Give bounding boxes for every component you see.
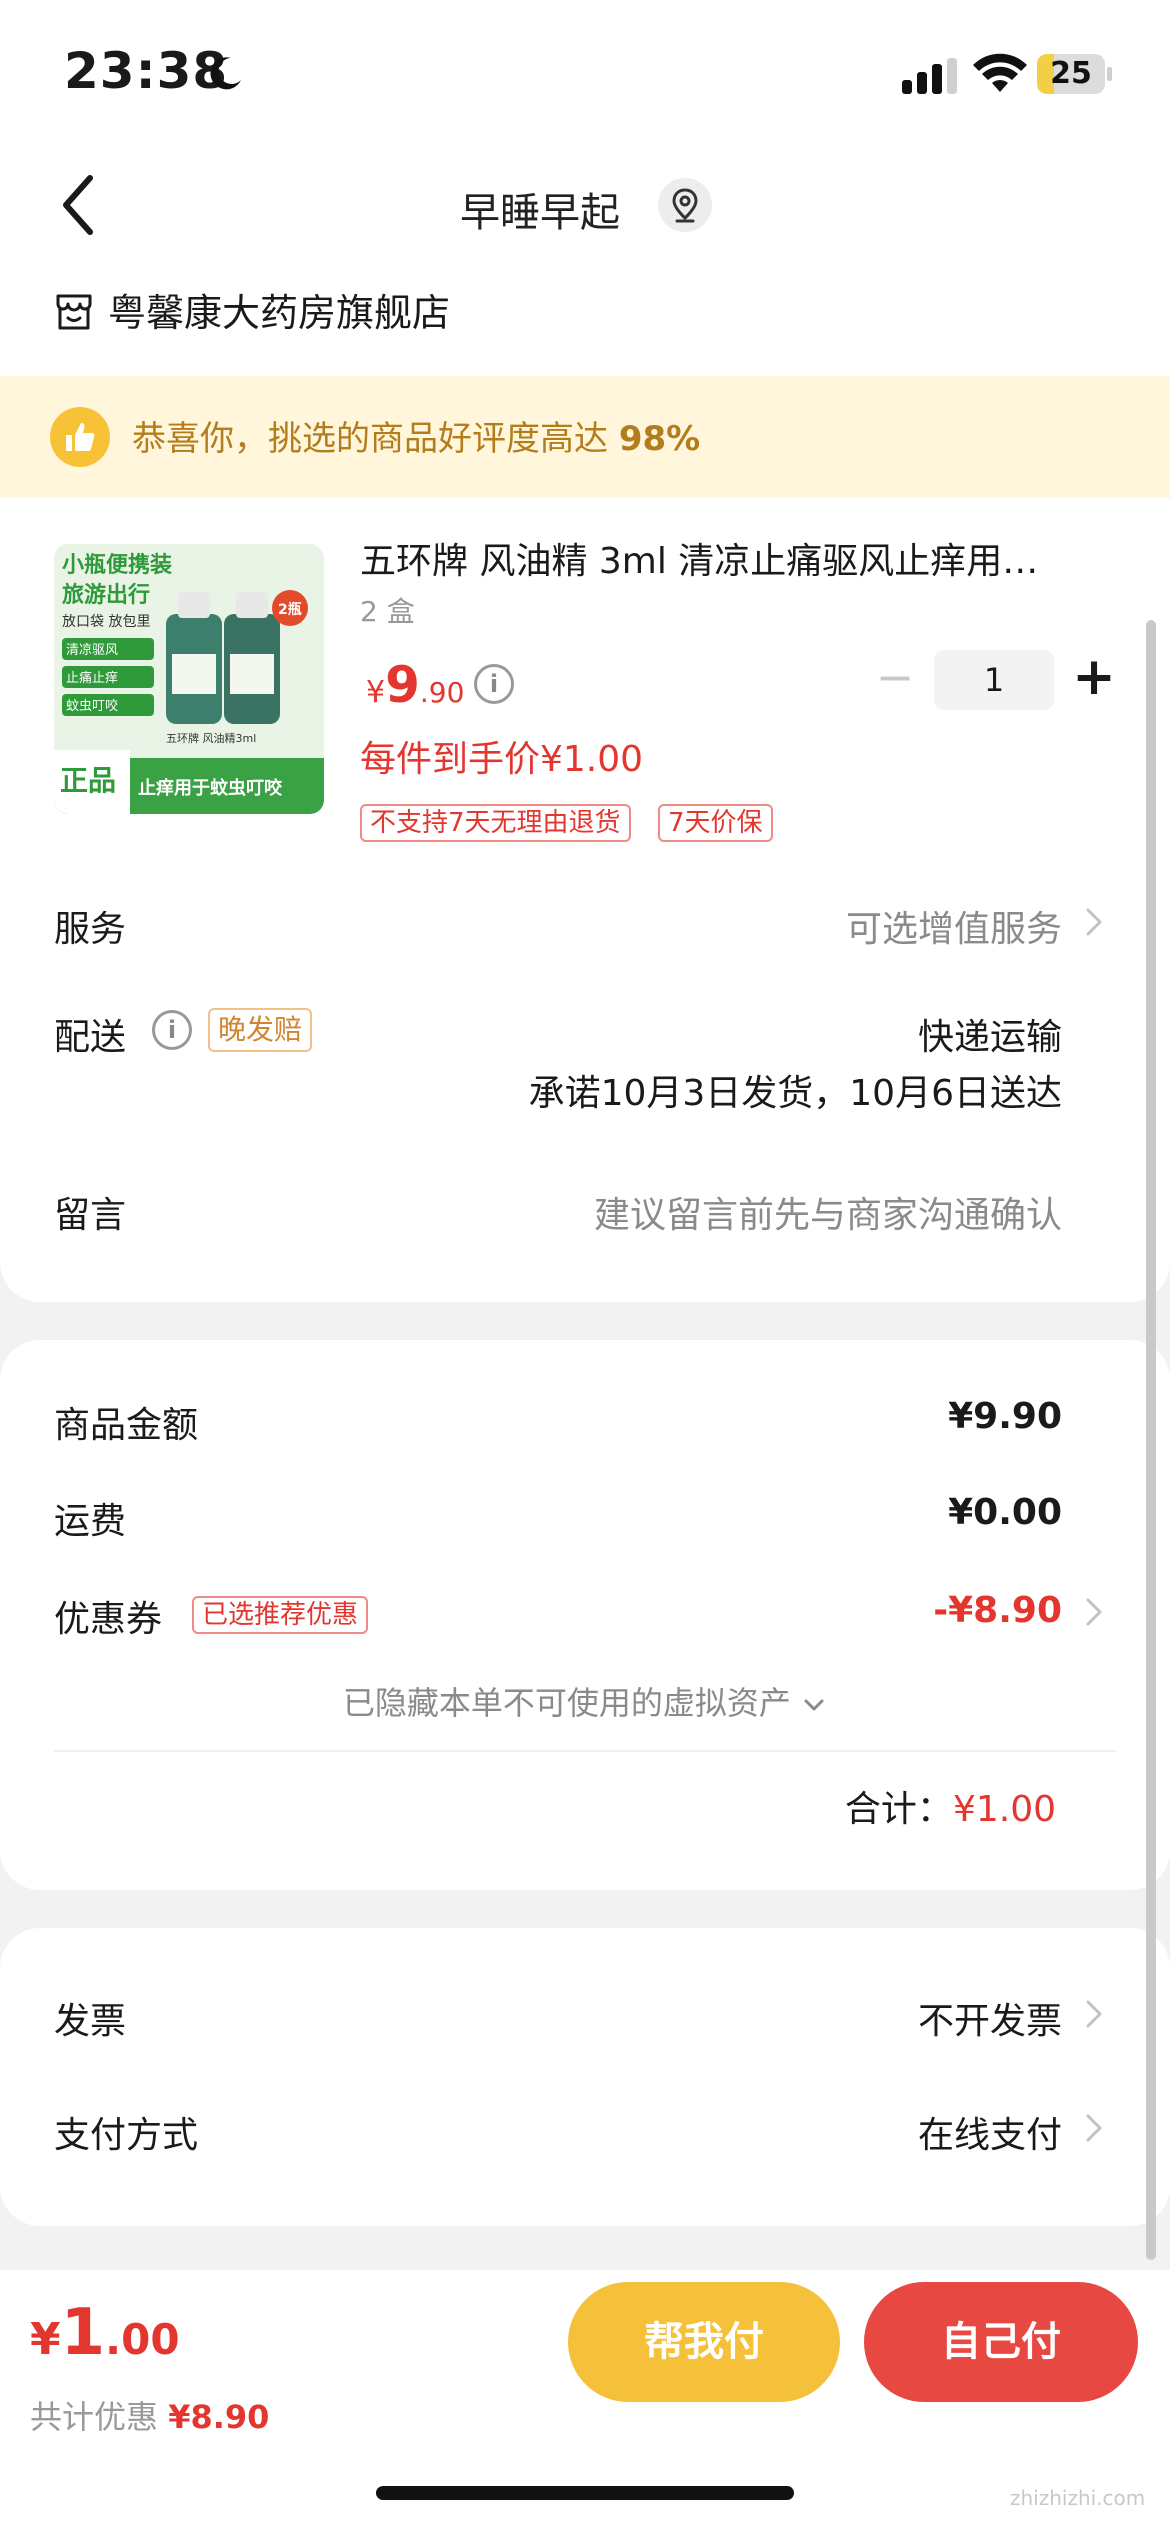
shipping-value: ¥0.00 <box>948 1492 1062 1533</box>
moon-icon <box>210 57 241 90</box>
delivery-date: 承诺10月3日发货，10月6日送达 <box>528 1073 1062 1114</box>
chevron-right-icon[interactable] <box>1082 902 1106 942</box>
product-image-caption-5: 止痒用于蚊虫叮咬 <box>138 777 283 799</box>
quantity-decrease-button[interactable]: − <box>870 654 920 704</box>
shipping-label: 运费 <box>54 1501 127 1542</box>
location-pin-icon <box>672 188 698 223</box>
product-image-feature-2: 止痛止痒 <box>66 670 118 686</box>
chevron-right-icon[interactable] <box>1082 1994 1106 2034</box>
price-integer: 9 <box>385 656 420 714</box>
payment-method-value[interactable]: 在线支付 <box>918 2106 1062 2158</box>
chevron-right-icon[interactable] <box>1082 1592 1106 1632</box>
hidden-assets-toggle[interactable]: 已隐藏本单不可使用的虚拟资产 <box>0 1678 1170 1724</box>
product-image-caption-4: 五环牌 风油精3ml <box>166 731 256 745</box>
price-decimal: .90 <box>419 676 465 709</box>
goods-amount-value: ¥9.90 <box>948 1396 1062 1437</box>
coupon-value[interactable]: -¥8.90 <box>933 1590 1062 1631</box>
price-breakdown-card: 商品金额 ¥9.90 运费 ¥0.00 优惠券 已选推荐优惠 -¥8.90 已隐… <box>0 1340 1170 1890</box>
wifi-icon <box>973 53 1027 92</box>
rating-banner: 恭喜你，挑选的商品好评度高达 98% <box>0 376 1170 498</box>
payable-currency: ¥ <box>30 2314 61 2365</box>
total-discount-label: 共计优惠 <box>30 2398 159 2436</box>
battery-tip <box>1107 67 1112 81</box>
battery-percentage: 25 <box>1050 56 1092 91</box>
status-bar: 23:38 25 <box>0 0 1170 140</box>
status-time: 23:38 <box>64 42 229 100</box>
product-image-feature-1: 清凉驱风 <box>66 643 118 658</box>
divider <box>54 1750 1116 1752</box>
battery-indicator: 25 <box>1037 54 1112 94</box>
product-image-genuine: 正品 <box>60 764 116 797</box>
payable-decimal: .00 <box>105 2315 180 2364</box>
payable-amount: ¥1.00 <box>30 2296 180 2370</box>
total-discount: 共计优惠 ¥8.90 <box>30 2392 269 2438</box>
payment-method-label: 支付方式 <box>54 2115 199 2156</box>
chevron-down-icon <box>804 1699 824 1711</box>
order-total: 合计：¥1.00 <box>845 1780 1056 1832</box>
cellular-signal-icon <box>902 58 957 94</box>
product-spec: 2 盒 <box>360 595 415 628</box>
invoice-label: 发票 <box>54 2001 127 2042</box>
product-image-feature-3: 蚊虫叮咬 <box>66 698 118 714</box>
hidden-assets-text: 已隐藏本单不可使用的虚拟资产 <box>342 1684 791 1722</box>
quantity-input[interactable]: 1 <box>934 650 1054 710</box>
product-image-caption-2: 旅游出行 <box>62 582 150 608</box>
rating-banner-text: 恭喜你，挑选的商品好评度高达 98% <box>132 411 700 460</box>
product-title[interactable]: 五环牌 风油精 3ml 清凉止痛驱风止痒用… <box>360 532 1100 584</box>
home-indicator[interactable] <box>376 2486 794 2500</box>
unit-price: 每件到手价¥1.00 <box>360 739 644 780</box>
rating-banner-prefix: 恭喜你，挑选的商品好评度高达 <box>132 419 608 459</box>
store-icon <box>56 294 92 330</box>
invoice-value[interactable]: 不开发票 <box>918 1992 1062 2044</box>
coupon-label: 优惠券 <box>54 1599 163 1640</box>
store-row[interactable]: 粤馨康大药房旗舰店 <box>0 270 1170 376</box>
store-name: 粤馨康大药房旗舰店 <box>108 291 451 335</box>
checkout-page: 23:38 25 早睡早起 粤馨康大药房旗舰店 恭喜你，挑选的商品好评度高达 9… <box>0 0 1170 2532</box>
payable-integer: 1 <box>60 2296 106 2370</box>
total-discount-value: ¥8.90 <box>168 2398 270 2436</box>
price-protection-tag: 7天价保 <box>658 804 773 842</box>
product-image[interactable]: 小瓶便携装 旅游出行 放口袋 放包里 清凉驱风 止痛止痒 蚊虫叮咬 2瓶 五环牌… <box>54 544 324 814</box>
location-button[interactable] <box>658 178 712 232</box>
scrollbar[interactable] <box>1146 620 1156 2260</box>
quantity-increase-button[interactable]: + <box>1066 648 1122 708</box>
page-title: 早睡早起 <box>460 190 620 236</box>
price-info-icon[interactable]: i <box>474 664 514 704</box>
watermark: zhizhizhi.com <box>1010 2486 1146 2510</box>
service-label: 服务 <box>54 909 127 950</box>
recommended-coupon-tag: 已选推荐优惠 <box>192 1596 369 1634</box>
delivery-label: 配送 <box>54 1017 127 1058</box>
total-value: ¥1.00 <box>952 1789 1056 1830</box>
bottom-pay-bar: ¥1.00 共计优惠 ¥8.90 帮我付 自己付 <box>0 2270 1170 2532</box>
goods-amount-label: 商品金额 <box>54 1405 199 1446</box>
pay-myself-button[interactable]: 自己付 <box>864 2282 1138 2402</box>
battery-body: 25 <box>1037 54 1105 94</box>
service-value[interactable]: 可选增值服务 <box>846 900 1062 952</box>
chevron-right-icon[interactable] <box>1082 2108 1106 2148</box>
message-input[interactable]: 建议留言前先与商家沟通确认 <box>594 1186 1062 1238</box>
rating-percentage: 98% <box>618 419 701 459</box>
delivery-method: 快递运输 <box>917 1017 1062 1058</box>
thumbs-up-icon <box>50 407 110 467</box>
message-label: 留言 <box>54 1195 127 1236</box>
delivery-info-icon[interactable]: i <box>152 1010 192 1050</box>
product-image-caption-3: 放口袋 放包里 <box>62 614 150 630</box>
product-image-badge: 2瓶 <box>278 601 302 618</box>
product-price: ¥9.90 <box>366 656 464 714</box>
nav-bar: 早睡早起 <box>0 140 1170 270</box>
no-return-tag: 不支持7天无理由退货 <box>360 804 631 842</box>
invoice-payment-card: 发票 不开发票 支付方式 在线支付 <box>0 1928 1170 2226</box>
help-me-pay-button[interactable]: 帮我付 <box>568 2282 840 2402</box>
total-label: 合计： <box>844 1789 953 1830</box>
product-image-caption-1: 小瓶便携装 <box>62 552 172 578</box>
late-compensation-tag: 晚发赔 <box>208 1008 313 1052</box>
order-card: 小瓶便携装 旅游出行 放口袋 放包里 清凉驱风 止痛止痒 蚊虫叮咬 2瓶 五环牌… <box>0 498 1170 1302</box>
price-currency: ¥ <box>366 675 386 710</box>
